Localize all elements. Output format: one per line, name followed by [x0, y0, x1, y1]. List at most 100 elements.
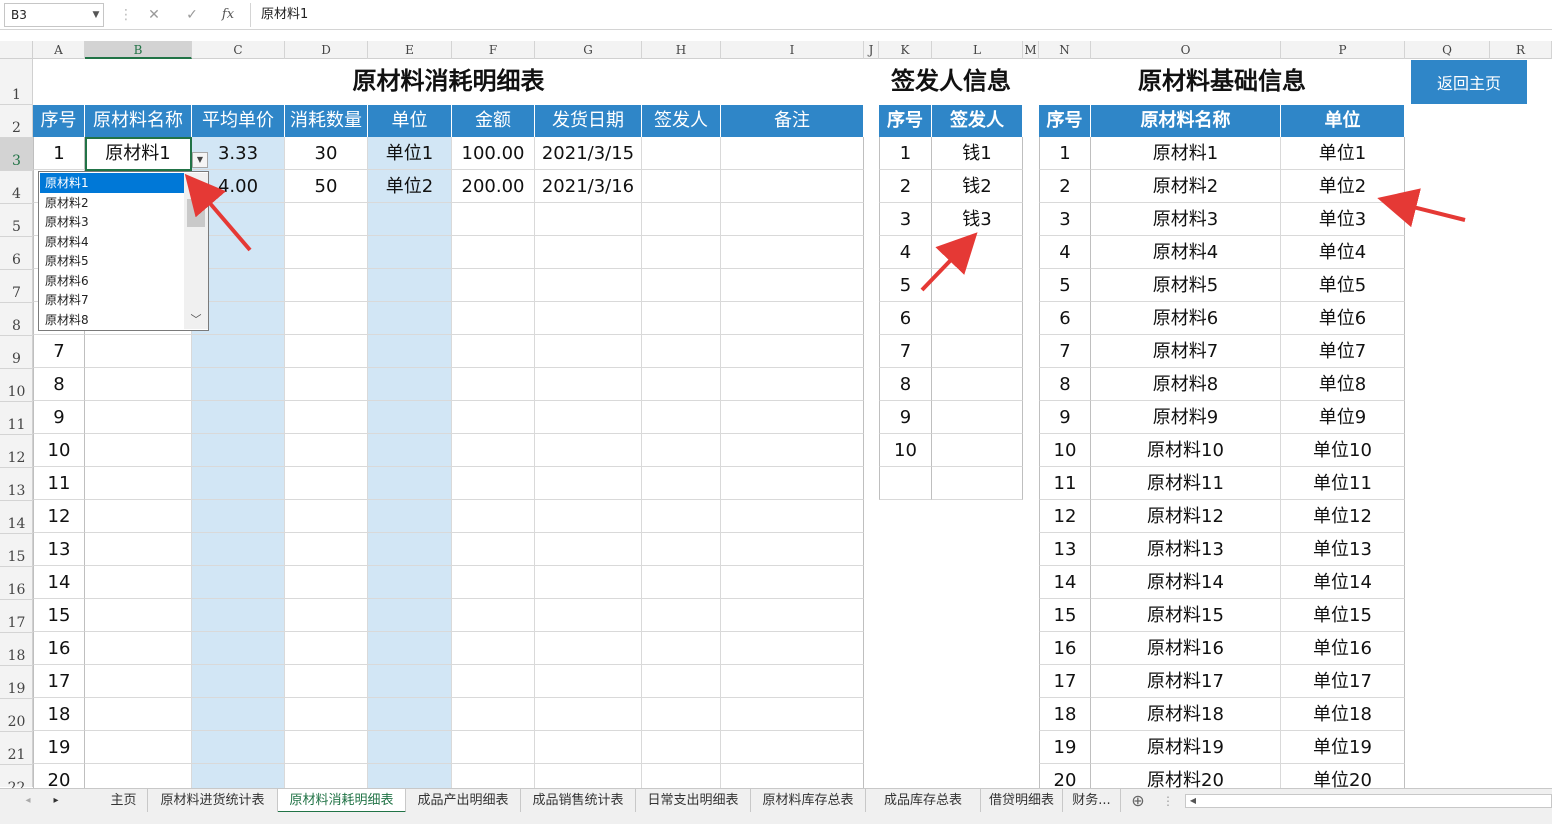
- table2-cell[interactable]: [932, 302, 1023, 335]
- dropdown-option[interactable]: 原材料1: [40, 173, 186, 193]
- table1-cell[interactable]: [285, 302, 368, 335]
- sheet-tab[interactable]: 主页: [100, 789, 148, 813]
- table1-cell[interactable]: [452, 467, 535, 500]
- table3-cell[interactable]: 1: [1039, 137, 1091, 170]
- table1-cell[interactable]: [452, 665, 535, 698]
- dropdown-scrollbar[interactable]: ︿ ﹀: [184, 173, 208, 329]
- table1-cell[interactable]: [535, 731, 642, 764]
- table1-cell[interactable]: [721, 566, 864, 599]
- table1-cell[interactable]: [452, 500, 535, 533]
- table1-cell[interactable]: [535, 236, 642, 269]
- table1-cell[interactable]: [192, 566, 285, 599]
- return-home-button[interactable]: 返回主页: [1411, 60, 1527, 104]
- table3-cell[interactable]: 11: [1039, 467, 1091, 500]
- table1-cell[interactable]: [285, 236, 368, 269]
- table3-cell[interactable]: 单位11: [1281, 467, 1405, 500]
- table1-cell[interactable]: [721, 302, 864, 335]
- table1-cell[interactable]: [368, 599, 452, 632]
- table1-cell[interactable]: [535, 467, 642, 500]
- table1-cell[interactable]: [285, 599, 368, 632]
- table1-cell[interactable]: 8: [33, 368, 85, 401]
- table1-cell[interactable]: 10: [33, 434, 85, 467]
- table1-cell[interactable]: [368, 533, 452, 566]
- sheet-tab[interactable]: 财务...: [1063, 789, 1121, 813]
- table3-cell[interactable]: 单位14: [1281, 566, 1405, 599]
- table1-cell[interactable]: [721, 269, 864, 302]
- table3-cell[interactable]: 单位3: [1281, 203, 1405, 236]
- table3-cell[interactable]: 原材料13: [1091, 533, 1281, 566]
- table2-cell[interactable]: 8: [879, 368, 932, 401]
- table1-cell[interactable]: [285, 269, 368, 302]
- sheet-tab[interactable]: 原材料进货统计表: [148, 789, 278, 813]
- table1-cell[interactable]: [452, 533, 535, 566]
- table2-cell[interactable]: 7: [879, 335, 932, 368]
- table3-cell[interactable]: 19: [1039, 731, 1091, 764]
- scrollbar-thumb[interactable]: [187, 199, 205, 227]
- dropdown-option[interactable]: 原材料7: [40, 290, 186, 310]
- table3-cell[interactable]: 16: [1039, 632, 1091, 665]
- sheet-tab[interactable]: 成品库存总表: [866, 789, 981, 813]
- table3-cell[interactable]: 单位4: [1281, 236, 1405, 269]
- table1-cell[interactable]: 单位1: [368, 137, 452, 170]
- table3-cell[interactable]: 4: [1039, 236, 1091, 269]
- table1-cell[interactable]: 30: [285, 137, 368, 170]
- table3-cell[interactable]: 12: [1039, 500, 1091, 533]
- table1-cell[interactable]: [642, 368, 721, 401]
- table1-cell[interactable]: [285, 434, 368, 467]
- table1-cell[interactable]: [721, 533, 864, 566]
- table3-cell[interactable]: 单位12: [1281, 500, 1405, 533]
- table1-cell[interactable]: [368, 368, 452, 401]
- table1-cell[interactable]: [368, 269, 452, 302]
- table1-cell[interactable]: [535, 203, 642, 236]
- table3-cell[interactable]: 3: [1039, 203, 1091, 236]
- table3-cell[interactable]: 单位19: [1281, 731, 1405, 764]
- horizontal-scrollbar[interactable]: ◀: [1185, 794, 1552, 808]
- table1-cell[interactable]: 15: [33, 599, 85, 632]
- table1-cell[interactable]: [642, 731, 721, 764]
- table3-cell[interactable]: 原材料9: [1091, 401, 1281, 434]
- table1-cell[interactable]: [285, 203, 368, 236]
- table2-cell[interactable]: 钱2: [932, 170, 1023, 203]
- sheet-tab[interactable]: 日常支出明细表: [636, 789, 751, 813]
- table1-cell[interactable]: [642, 236, 721, 269]
- table3-cell[interactable]: 原材料12: [1091, 500, 1281, 533]
- add-sheet-icon[interactable]: ⊕: [1128, 789, 1148, 813]
- validation-dropdown[interactable]: 原材料8 原材料7 原材料6 原材料5 原材料4 原材料3 原材料2 原材料1 ︿ ﹀: [38, 171, 209, 331]
- table3-cell[interactable]: 单位18: [1281, 698, 1405, 731]
- table3-cell[interactable]: 原材料3: [1091, 203, 1281, 236]
- table1-cell[interactable]: [642, 599, 721, 632]
- sheet-tab[interactable]: 原材料库存总表: [751, 789, 866, 813]
- table1-cell[interactable]: [721, 632, 864, 665]
- table1-cell[interactable]: [642, 434, 721, 467]
- table1-cell[interactable]: [192, 434, 285, 467]
- table1-cell[interactable]: [535, 401, 642, 434]
- table1-cell[interactable]: [85, 566, 192, 599]
- table2-cell[interactable]: [932, 401, 1023, 434]
- table2-cell[interactable]: 钱1: [932, 137, 1023, 170]
- table1-cell[interactable]: [452, 236, 535, 269]
- table3-cell[interactable]: 15: [1039, 599, 1091, 632]
- table3-cell[interactable]: 单位2: [1281, 170, 1405, 203]
- table1-cell[interactable]: [85, 500, 192, 533]
- table3-cell[interactable]: 原材料11: [1091, 467, 1281, 500]
- table1-cell[interactable]: 16: [33, 632, 85, 665]
- table1-cell[interactable]: 2021/3/16: [535, 170, 642, 203]
- table1-cell[interactable]: [285, 401, 368, 434]
- table1-cell[interactable]: [535, 302, 642, 335]
- sheet-tab[interactable]: 成品产出明细表: [406, 789, 521, 813]
- table1-cell[interactable]: [452, 401, 535, 434]
- table1-cell[interactable]: [285, 665, 368, 698]
- chevron-down-icon[interactable]: ﹀: [184, 311, 208, 329]
- table1-cell[interactable]: [721, 236, 864, 269]
- table2-cell[interactable]: 2: [879, 170, 932, 203]
- table1-cell[interactable]: [452, 632, 535, 665]
- table3-cell[interactable]: 原材料6: [1091, 302, 1281, 335]
- table1-cell[interactable]: [368, 500, 452, 533]
- table1-cell[interactable]: [721, 599, 864, 632]
- table1-cell[interactable]: 7: [33, 335, 85, 368]
- table1-cell[interactable]: 200.00: [452, 170, 535, 203]
- table1-cell[interactable]: [535, 368, 642, 401]
- table1-cell[interactable]: [642, 500, 721, 533]
- table1-cell[interactable]: [368, 665, 452, 698]
- table1-cell[interactable]: [368, 302, 452, 335]
